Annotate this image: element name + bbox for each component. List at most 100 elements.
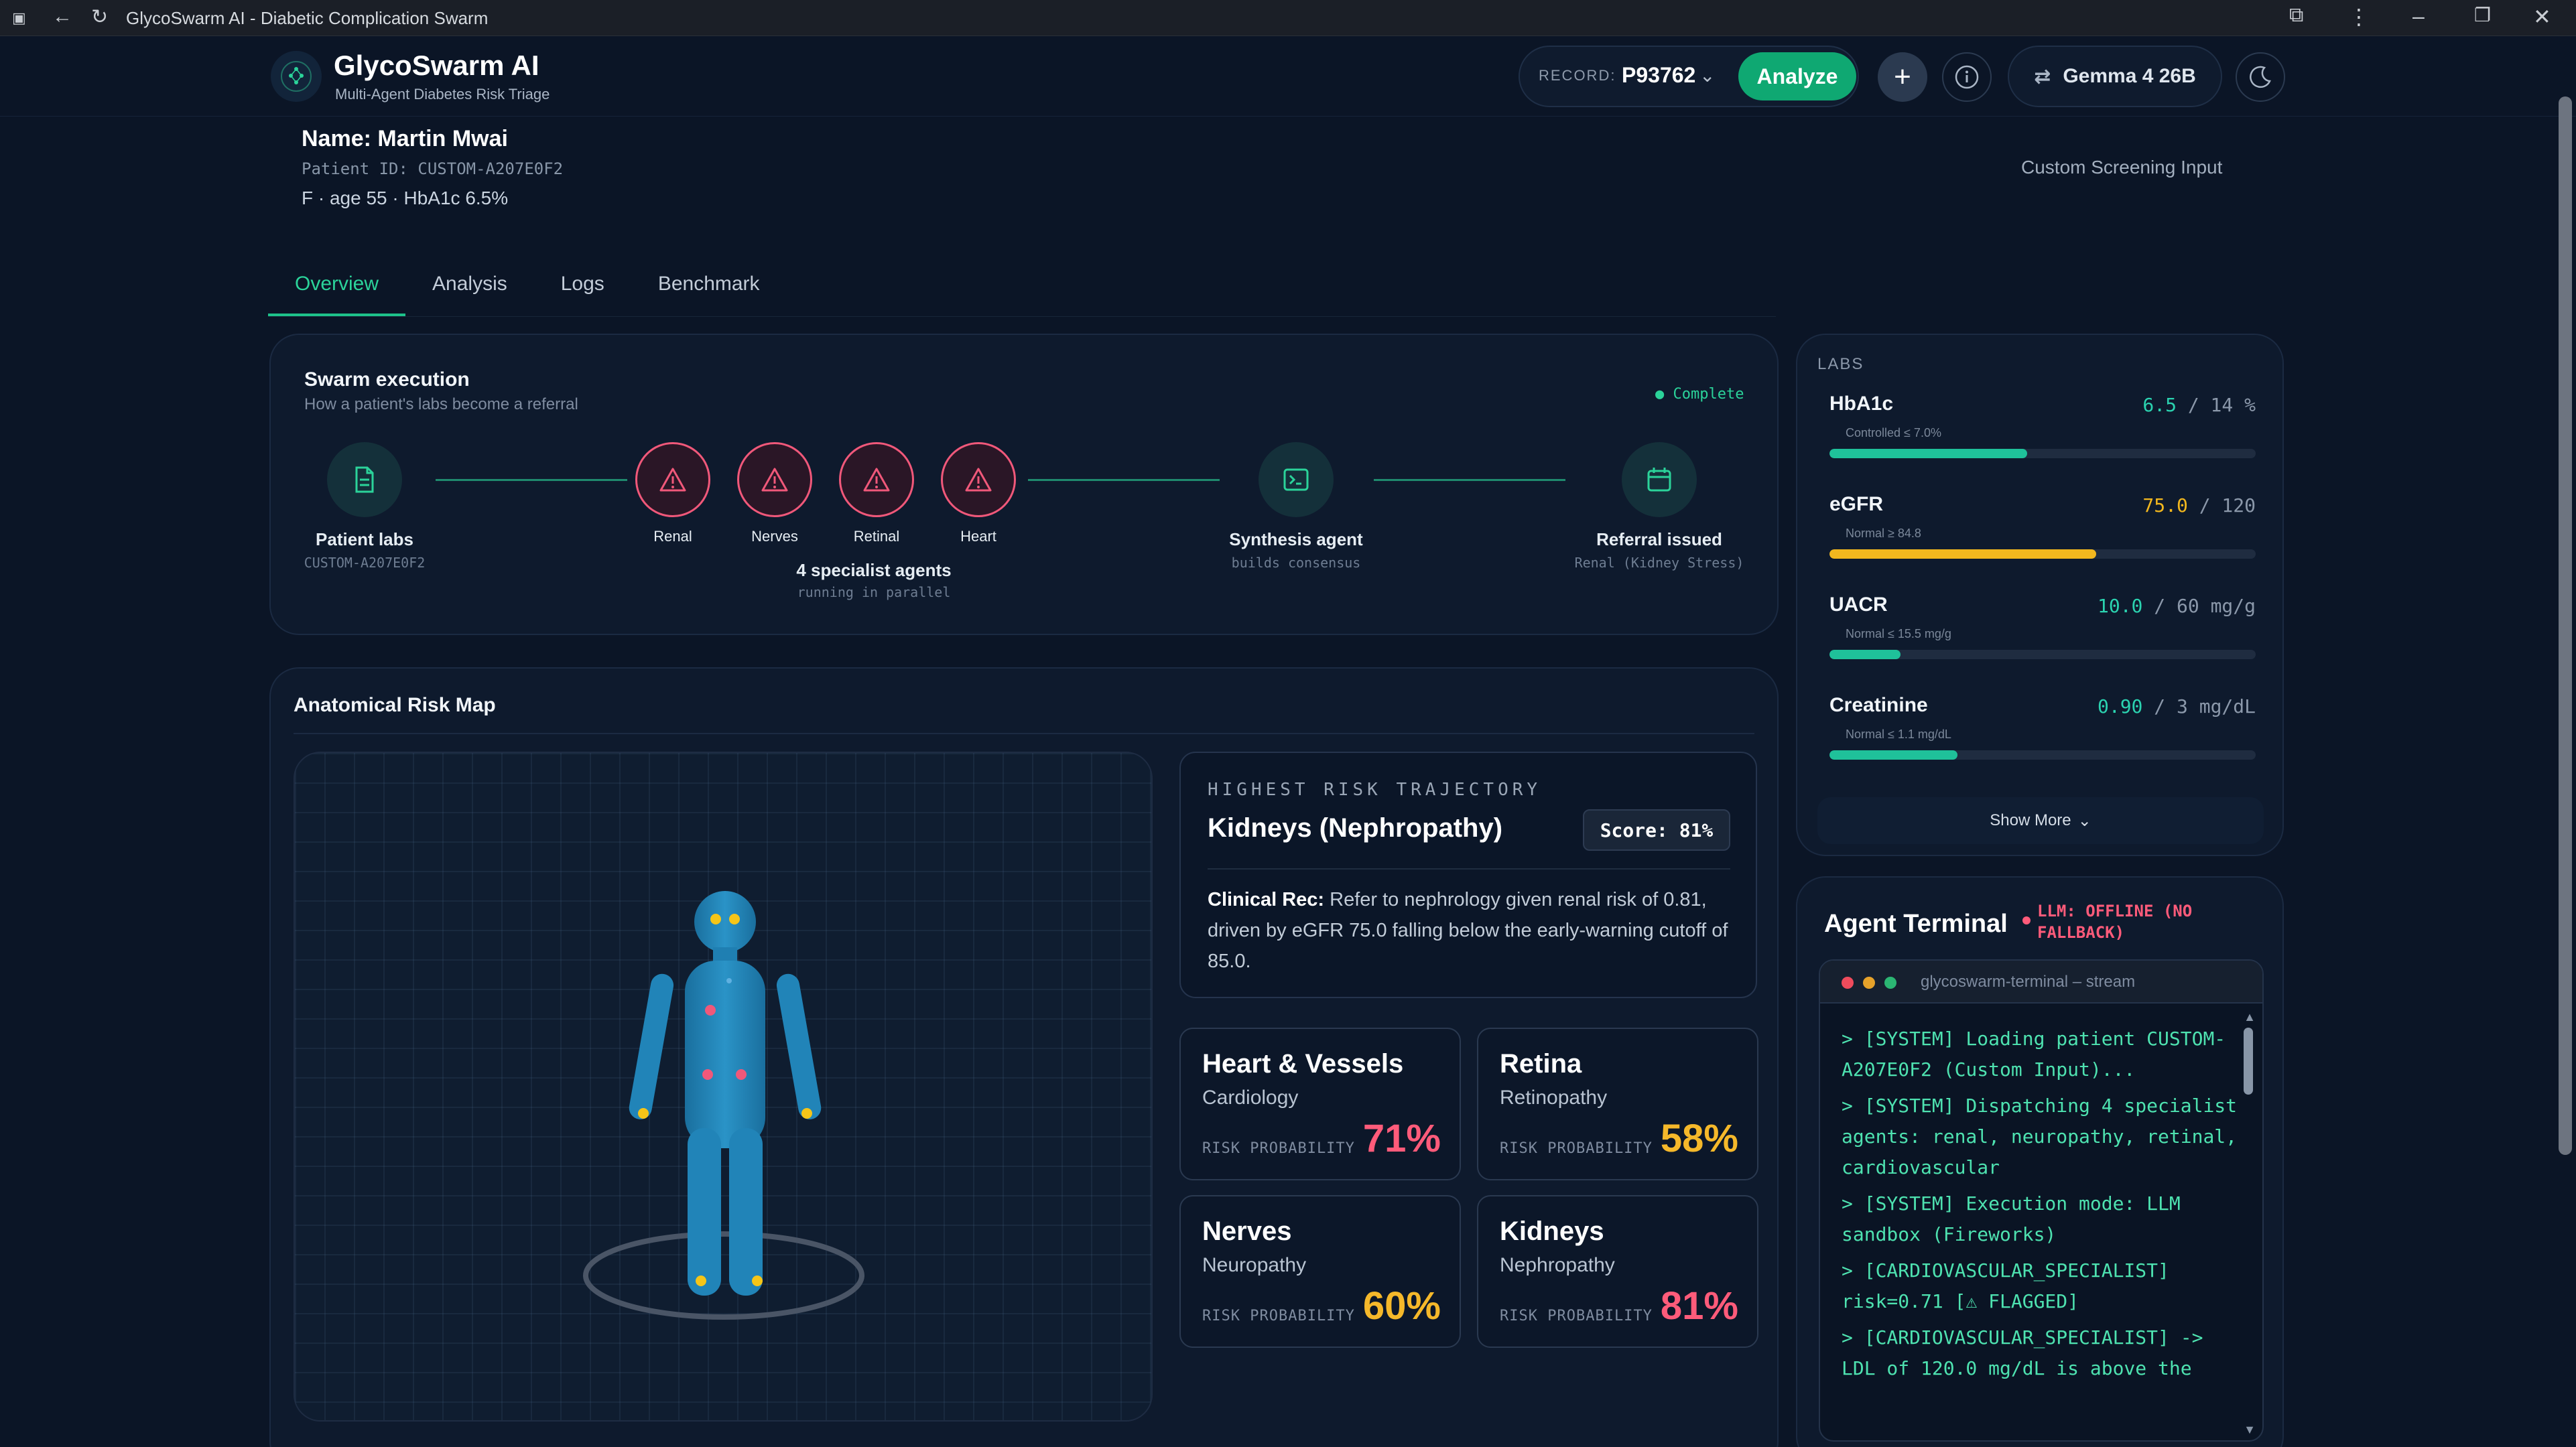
moon-icon — [2250, 66, 2271, 88]
lab-progress-fill — [1829, 750, 1957, 760]
terminal-window[interactable]: glycoswarm-terminal – stream > [SYSTEM] … — [1819, 959, 2264, 1442]
close-window-icon[interactable]: ✕ — [2533, 4, 2551, 29]
risk-card[interactable]: Nerves Neuropathy RISK PROBABILITY 60% — [1179, 1195, 1461, 1348]
lab-name: Creatinine — [1829, 694, 1928, 716]
warning-icon — [965, 468, 992, 492]
show-more-button[interactable]: Show More ⌄ — [1817, 797, 2264, 844]
minimize-icon[interactable]: – — [2412, 4, 2425, 29]
risk-card[interactable]: Kidneys Nephropathy RISK PROBABILITY 81% — [1477, 1195, 1758, 1348]
lab-value: 10.0 / 60 mg/g — [2098, 595, 2256, 617]
warning-icon — [863, 468, 890, 492]
back-arrow-icon[interactable]: ← — [52, 5, 72, 28]
agent-retinal-node[interactable] — [839, 442, 914, 517]
terminal-titlebar: glycoswarm-terminal – stream — [1820, 961, 2262, 1004]
lab-progress-track — [1829, 750, 2256, 760]
tab-benchmark[interactable]: Benchmark — [631, 265, 787, 316]
agent-nerves-node[interactable] — [737, 442, 812, 517]
scroll-up-arrow-icon[interactable]: ▲ — [2244, 1010, 2256, 1024]
kebab-menu-icon[interactable]: ⋮ — [2348, 4, 2370, 29]
tab-overview[interactable]: Overview — [268, 265, 406, 316]
calendar-icon — [1647, 468, 1671, 492]
logo-icon — [271, 51, 322, 102]
add-button[interactable]: + — [1878, 52, 1927, 102]
info-icon — [1955, 65, 1979, 89]
record-value[interactable]: P93762 — [1622, 63, 1695, 88]
divider — [294, 733, 1754, 734]
browser-tab-title: GlycoSwarm AI - Diabetic Complication Sw… — [126, 8, 489, 28]
risk-label: RISK PROBABILITY — [1500, 1140, 1653, 1157]
source-label: Custom Screening Input — [2021, 157, 2223, 178]
lab-value: 75.0 / 120 — [2142, 494, 2256, 516]
browser-menu-icon[interactable]: ▣ — [12, 9, 26, 27]
extensions-icon[interactable]: ⧉ — [2289, 4, 2303, 27]
terminal-icon — [1283, 468, 1309, 491]
terminal-title: Agent Terminal — [1824, 910, 2008, 938]
info-button[interactable] — [1942, 52, 1992, 102]
status-badge: ● Complete — [1655, 386, 1744, 403]
terminal-scrollbar[interactable] — [2244, 1028, 2253, 1095]
agent-terminal-card: Agent Terminal LLM: OFFLINE (NO FALLBACK… — [1796, 876, 2284, 1447]
record-label: RECORD: — [1539, 67, 1616, 84]
lab-name: eGFR — [1829, 493, 1884, 515]
referral-node[interactable] — [1622, 442, 1697, 517]
human-body-figure — [583, 891, 864, 1320]
model-label: Gemma 4 26B — [2063, 65, 2196, 87]
reload-icon[interactable]: ↻ — [91, 5, 108, 29]
score-badge: Score: 81% — [1583, 809, 1730, 851]
lab-normal-range: Normal ≥ 84.8 — [1846, 527, 1921, 540]
lab-item: UACR 10.0 / 60 mg/g Normal ≤ 15.5 mg/g — [1829, 594, 2256, 667]
synthesis-node[interactable] — [1259, 442, 1334, 517]
lab-normal-range: Normal ≤ 15.5 mg/g — [1846, 627, 1951, 640]
agent-renal-label: Renal — [653, 528, 692, 545]
risk-organ: Nerves — [1202, 1217, 1292, 1246]
lab-value-number: 75.0 — [2142, 494, 2188, 516]
referral-sub: Renal (Kidney Stress) — [1574, 555, 1744, 571]
risk-card[interactable]: Retina Retinopathy RISK PROBABILITY 58% — [1477, 1028, 1758, 1180]
labs-heading: LABS — [1817, 355, 1864, 373]
warning-icon — [761, 468, 788, 492]
risk-percentage: 58% — [1660, 1117, 1738, 1160]
tab-logs[interactable]: Logs — [534, 265, 631, 316]
agents-subcaption: running in parallel — [797, 584, 951, 600]
scroll-down-arrow-icon[interactable]: ▼ — [2244, 1423, 2256, 1437]
swarm-subtitle: How a patient's labs become a referral — [304, 395, 578, 413]
swap-icon: ⇄ — [2034, 65, 2051, 88]
restore-icon[interactable]: ❐ — [2474, 4, 2491, 26]
anatomical-risk-card: Anatomical Risk Map HIGHEST RISK TRAJECT… — [269, 667, 1779, 1447]
patient-id: Patient ID: CUSTOM-A207E0F2 — [302, 159, 564, 178]
browser-titlebar: ▣ ← ↻ GlycoSwarm AI - Diabetic Complicat… — [0, 0, 2576, 36]
body-model-viewport[interactable] — [294, 752, 1153, 1422]
clinical-rec-label: Clinical Rec: — [1208, 889, 1325, 910]
record-selector[interactable]: RECORD: P93762 ⌄ Analyze — [1519, 46, 1859, 107]
tab-divider — [268, 316, 1776, 317]
chevron-down-icon: ⌄ — [2077, 811, 2091, 830]
agent-renal-node[interactable] — [635, 442, 710, 517]
terminal-line: > [SYSTEM] Dispatching 4 specialist agen… — [1842, 1095, 2238, 1178]
terminal-line: > [CARDIOVASCULAR_SPECIALIST] -> LDL of … — [1842, 1326, 2203, 1379]
agents-caption: 4 specialist agents — [796, 560, 952, 580]
risk-label: RISK PROBABILITY — [1202, 1140, 1355, 1157]
risk-specialty: Retinopathy — [1500, 1087, 1608, 1109]
lab-value-max: / 60 mg/g — [2154, 595, 2256, 617]
analyze-button[interactable]: Analyze — [1738, 52, 1856, 100]
agent-retinal-label: Retinal — [853, 528, 900, 545]
chevron-down-icon[interactable]: ⌄ — [1699, 64, 1715, 86]
model-selector[interactable]: ⇄ Gemma 4 26B — [2008, 46, 2222, 107]
risk-card[interactable]: Heart & Vessels Cardiology RISK PROBABILIT… — [1179, 1028, 1461, 1180]
trajectory-eyebrow: HIGHEST RISK TRAJECTORY — [1208, 780, 1542, 800]
maximize-dot — [1884, 977, 1896, 989]
lab-name: HbA1c — [1829, 393, 1894, 415]
lab-value-max: / 3 mg/dL — [2154, 695, 2256, 717]
terminal-window-title: glycoswarm-terminal – stream — [1921, 973, 2136, 991]
minimize-dot — [1863, 977, 1875, 989]
terminal-output: > [SYSTEM] Loading patient CUSTOM-A207E0… — [1842, 1024, 2237, 1389]
tab-analysis[interactable]: Analysis — [405, 265, 534, 316]
connector — [436, 479, 627, 481]
page-scrollbar[interactable] — [2559, 96, 2572, 1155]
theme-toggle-button[interactable] — [2236, 52, 2285, 102]
referral-label: Referral issued — [1596, 529, 1722, 549]
patient-labs-node[interactable] — [327, 442, 402, 517]
patient-labs-sub: CUSTOM-A207E0F2 — [304, 555, 426, 571]
agent-heart-node[interactable] — [941, 442, 1016, 517]
patient-labs-label: Patient labs — [316, 529, 413, 549]
